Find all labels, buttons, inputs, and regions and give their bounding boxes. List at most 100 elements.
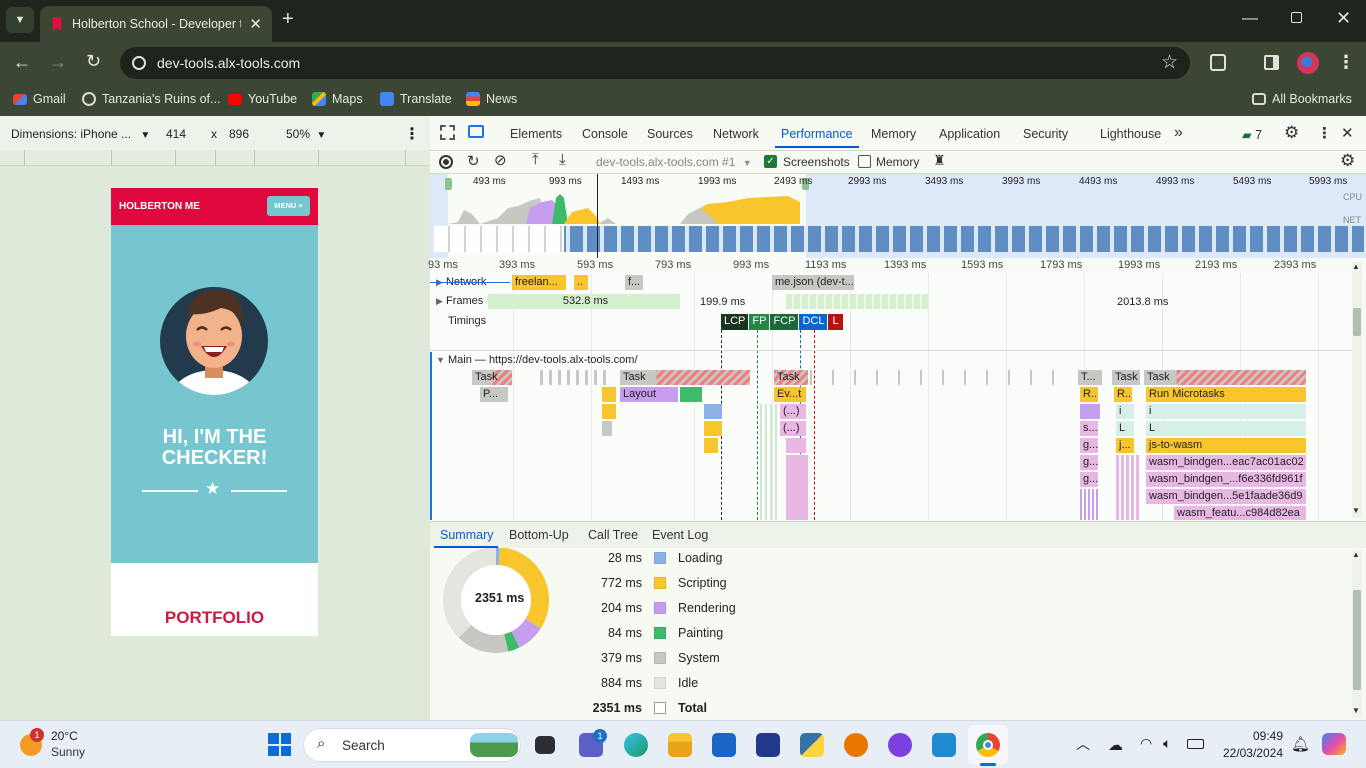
extensions-icon[interactable] xyxy=(1210,54,1226,71)
flame-block[interactable]: R... xyxy=(1114,387,1132,402)
flame-block[interactable]: i xyxy=(1116,404,1134,419)
flame-block[interactable] xyxy=(786,438,806,453)
start-button[interactable] xyxy=(268,733,291,756)
timeline-overview[interactable]: 493 ms 993 ms 1493 ms 1993 ms 2493 ms 29… xyxy=(430,174,1366,258)
zoom-select[interactable]: 50% ▼ xyxy=(286,127,326,141)
flame-block[interactable]: R... xyxy=(1080,387,1098,402)
frame-block[interactable] xyxy=(786,294,928,309)
tab-performance[interactable]: Performance xyxy=(781,127,853,141)
app-icon[interactable] xyxy=(756,733,780,757)
new-tab-button[interactable]: + xyxy=(282,8,294,31)
garbage-collect-icon[interactable]: ♜ xyxy=(933,152,946,169)
bookmark-news[interactable]: News xyxy=(466,92,517,106)
flame-block[interactable]: g... xyxy=(1080,472,1098,487)
flame-block[interactable] xyxy=(602,404,616,419)
tab-application[interactable]: Application xyxy=(939,127,1000,141)
wasm-block[interactable]: wasm_bindgen_...f6e336fd961f xyxy=(1146,472,1306,487)
settings-gear-icon[interactable]: ⚙ xyxy=(1284,123,1299,143)
reload-record-icon[interactable]: ↻ xyxy=(467,152,480,170)
task-view-icon[interactable] xyxy=(535,736,555,754)
anon-function-block[interactable]: (...) xyxy=(780,404,806,419)
scroll-down-arrow[interactable]: ▼ xyxy=(1352,506,1360,515)
weather-widget[interactable]: 1 20°C Sunny xyxy=(20,728,110,763)
onedrive-icon[interactable]: ☁ xyxy=(1108,736,1123,754)
recording-select[interactable]: dev-tools.alx-tools.com #1 ▼ xyxy=(596,155,752,169)
flame-block[interactable] xyxy=(704,421,722,436)
profile-avatar[interactable] xyxy=(1297,52,1319,74)
tab-console[interactable]: Console xyxy=(582,127,628,141)
upload-profile-icon[interactable]: ⤒ xyxy=(532,151,539,168)
timing-fcp[interactable]: FCP xyxy=(770,314,799,330)
frame-block[interactable]: 532.8 ms xyxy=(488,294,680,309)
tab-security[interactable]: Security xyxy=(1023,127,1068,141)
event-block[interactable]: Ev...t xyxy=(774,387,806,402)
task-block[interactable]: Task xyxy=(1112,370,1140,385)
wifi-icon[interactable]: ◠ xyxy=(1140,735,1152,752)
timing-dcl[interactable]: DCL xyxy=(799,314,828,330)
flame-block[interactable]: L xyxy=(1146,421,1306,436)
python-icon[interactable] xyxy=(800,733,824,757)
wasm-block[interactable]: wasm_bindgen...eac7ac01ac02 xyxy=(1146,455,1306,470)
timing-fp[interactable]: FP xyxy=(749,314,770,330)
anon-function-block[interactable]: (...) xyxy=(780,421,806,436)
issues-button[interactable]: ▰ 7 xyxy=(1242,127,1262,142)
reload-button[interactable]: ↻ xyxy=(86,51,101,72)
task-block[interactable]: Task xyxy=(472,370,512,385)
device-height-input[interactable]: 896 xyxy=(229,127,249,141)
network-request[interactable]: f... xyxy=(625,275,643,290)
capture-settings-icon[interactable]: ⚙ xyxy=(1340,151,1355,171)
tab-lighthouse[interactable]: Lighthouse xyxy=(1100,127,1161,141)
all-bookmarks-button[interactable]: All Bookmarks xyxy=(1252,92,1352,106)
flame-block[interactable] xyxy=(704,438,718,453)
tab-summary[interactable]: Summary xyxy=(440,528,493,542)
scroll-up-arrow[interactable]: ▲ xyxy=(1352,550,1360,559)
task-block[interactable]: T... xyxy=(1078,370,1102,385)
flame-block[interactable] xyxy=(1080,404,1100,419)
scroll-thumb[interactable] xyxy=(1353,590,1361,690)
clear-icon[interactable]: ⊘ xyxy=(494,151,507,169)
task-block[interactable]: Task xyxy=(620,370,750,385)
side-panel-icon[interactable] xyxy=(1264,55,1279,70)
bookmark-translate[interactable]: Translate xyxy=(380,92,452,106)
wasm-block[interactable]: wasm_featu...c984d82ea xyxy=(1174,506,1306,520)
show-hidden-icons[interactable]: ︿ xyxy=(1076,734,1090,754)
taskbar-search[interactable]: ⌕ Search xyxy=(303,728,521,762)
scroll-down-arrow[interactable]: ▼ xyxy=(1352,706,1360,715)
task-block[interactable]: Task xyxy=(774,370,808,385)
tab-search-button[interactable]: ▼ xyxy=(6,7,34,33)
copilot-icon[interactable] xyxy=(1322,733,1346,755)
close-window-button[interactable]: ✕ xyxy=(1336,8,1351,29)
device-width-input[interactable]: 414 xyxy=(166,127,186,141)
layout-block[interactable]: Layout xyxy=(620,387,678,402)
flame-chart[interactable]: ▶ Network freelan... .. f... me.json (de… xyxy=(430,274,1356,520)
flame-block[interactable]: i xyxy=(1146,404,1306,419)
back-button[interactable]: ← xyxy=(13,52,31,73)
tab-elements[interactable]: Elements xyxy=(510,127,562,141)
browser-tab[interactable]: Holberton School - Developer to ✕ xyxy=(40,6,272,42)
proton-icon[interactable] xyxy=(888,733,912,757)
clock-date[interactable]: 22/03/2024 xyxy=(1217,746,1283,760)
site-logo[interactable]: HOLBERTON ME xyxy=(119,201,200,212)
paint-block[interactable] xyxy=(680,387,702,402)
more-tabs-button[interactable]: » xyxy=(1174,124,1183,142)
flame-block[interactable] xyxy=(602,421,612,436)
close-devtools-icon[interactable]: ✕ xyxy=(1341,124,1354,142)
tab-call-tree[interactable]: Call Tree xyxy=(588,528,638,542)
maximize-button[interactable] xyxy=(1291,12,1302,23)
inspect-element-icon[interactable] xyxy=(440,125,455,140)
tab-memory[interactable]: Memory xyxy=(871,127,916,141)
run-microtasks-block[interactable]: Run Microtasks xyxy=(1146,387,1306,402)
notifications-bell-icon[interactable]: 🔔︎ xyxy=(1291,735,1310,753)
bookmark-gmail[interactable]: Gmail xyxy=(13,92,66,106)
minimize-button[interactable]: — xyxy=(1242,10,1258,28)
edge-icon[interactable] xyxy=(624,733,648,757)
blender-icon[interactable] xyxy=(844,733,868,757)
scroll-thumb[interactable] xyxy=(1353,308,1361,336)
bookmark-maps[interactable]: Maps xyxy=(312,92,363,106)
menu-button[interactable]: MENU ≡ xyxy=(267,196,310,216)
tab-network[interactable]: Network xyxy=(713,127,759,141)
bookmark-youtube[interactable]: YouTube xyxy=(228,92,297,106)
tracks-scrollbar[interactable]: ▲ ▼ xyxy=(1352,262,1362,518)
task-block[interactable]: Task xyxy=(1144,370,1306,385)
flame-block[interactable]: s... xyxy=(1080,421,1098,436)
